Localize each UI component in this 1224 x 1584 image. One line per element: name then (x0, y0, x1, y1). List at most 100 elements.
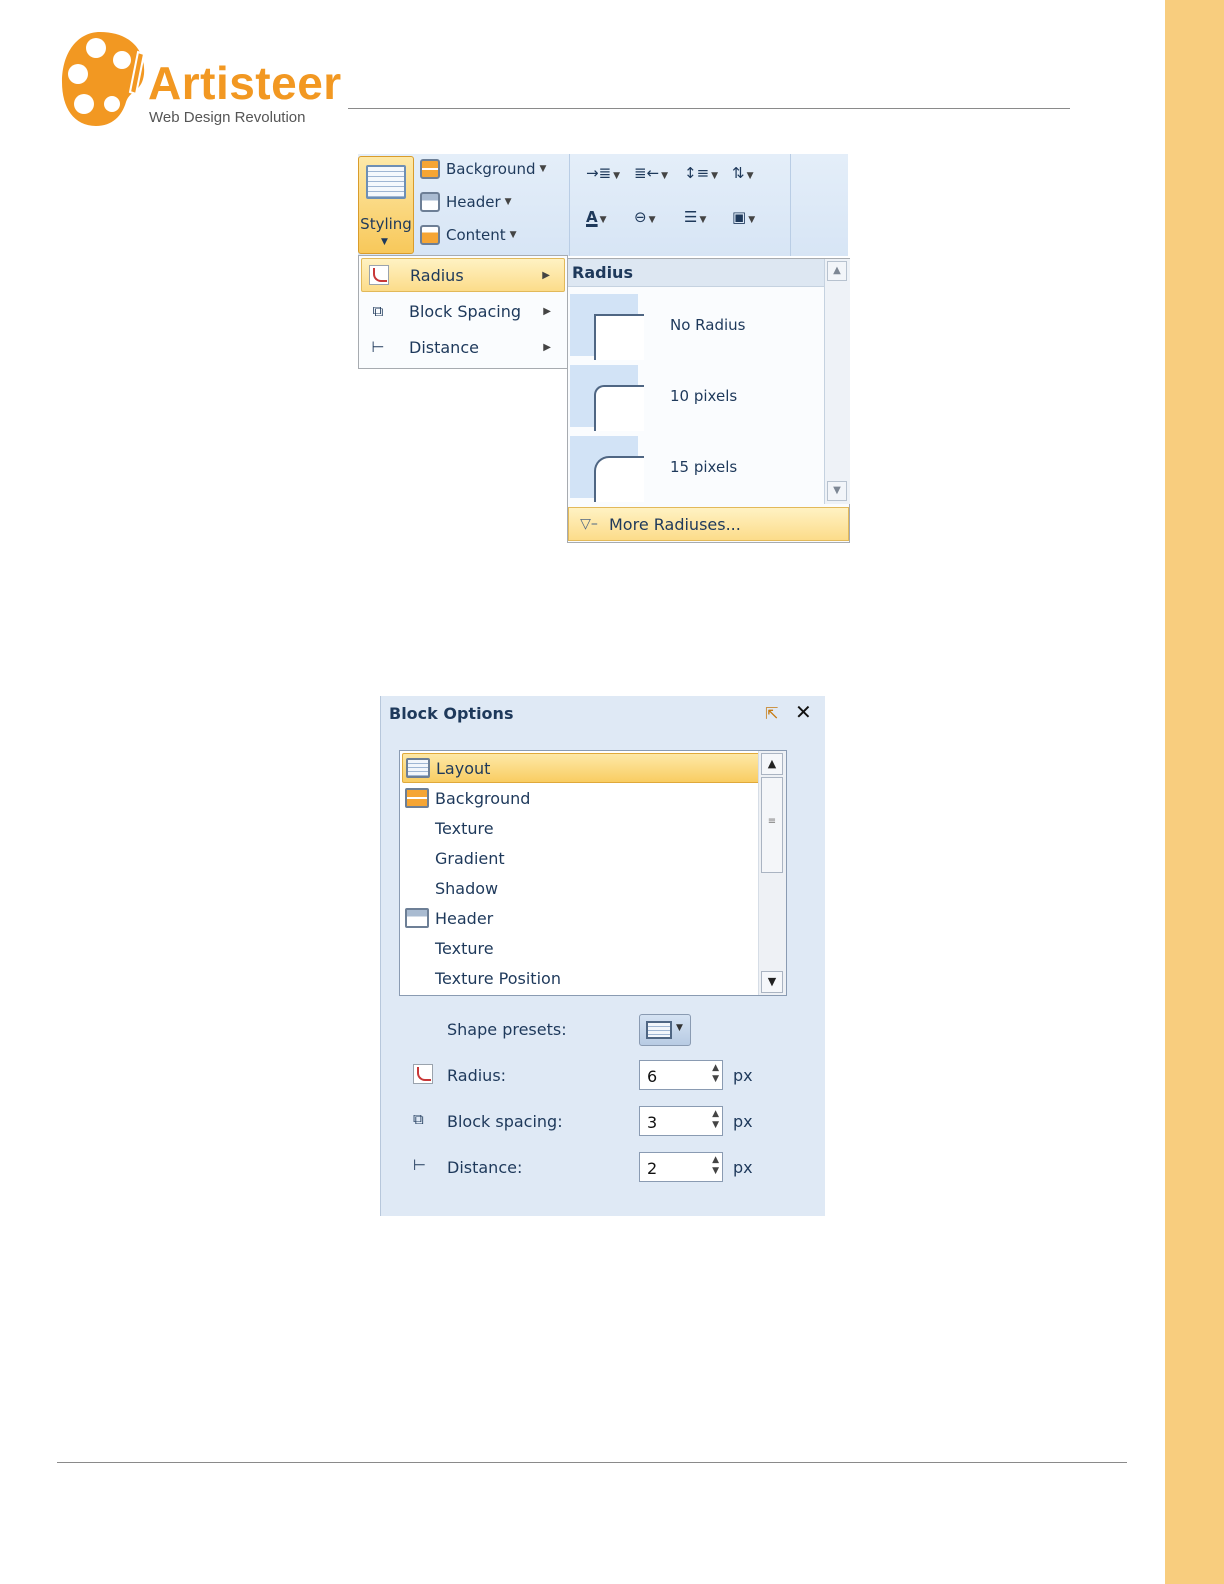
chevron-down-icon: ▼ (699, 215, 707, 225)
menu-item-label: Block Spacing (409, 301, 522, 321)
radius-preview (570, 294, 644, 360)
block-spacing-unit: px (733, 1112, 753, 1131)
indent-decrease-button[interactable]: ≣← ▼ (634, 164, 668, 182)
chevron-right-icon: ▶ (543, 341, 551, 353)
distance-stepper[interactable]: 2 ▲ ▼ (639, 1152, 723, 1182)
menu-item-distance[interactable]: ⊢ Distance ▶ (361, 330, 565, 364)
list-item-label: Shadow (435, 878, 499, 898)
line-spacing-icon: ↕≡ (684, 164, 710, 182)
shape-presets-row: Shape presets: ▼ (413, 1014, 793, 1046)
radius-label: Radius: (447, 1066, 507, 1085)
shape-presets-label: Shape presets: (447, 1020, 567, 1039)
options-list: Layout Background Texture Gradient Shado… (399, 750, 787, 996)
link-color-button[interactable]: ⊖ ▼ (634, 208, 656, 226)
link-icon: ⊖ (634, 208, 647, 226)
ribbon-screenshot: Styling ▼ Background ▼ Header ▼ Content … (358, 154, 848, 256)
background-dropdown[interactable]: Background ▼ (420, 156, 546, 182)
scroll-up-icon[interactable]: ▲ (827, 261, 847, 281)
logo-tagline: Web Design Revolution (149, 109, 306, 126)
bullets-button[interactable]: ☰ ▼ (684, 208, 706, 226)
distance-value: 2 (647, 1159, 658, 1178)
indent-decrease-icon: ≣← (634, 164, 660, 182)
styling-button[interactable]: Styling ▼ (358, 156, 414, 254)
chevron-right-icon: ▶ (543, 305, 551, 317)
content-dropdown[interactable]: Content ▼ (420, 222, 517, 248)
pin-icon[interactable]: ⇱ (765, 704, 778, 723)
ribbon-separator (790, 154, 791, 256)
spin-arrows-icon[interactable]: ▲ ▼ (712, 1109, 719, 1131)
scroll-down-icon[interactable]: ▼ (827, 481, 847, 501)
menu-item-block-spacing[interactable]: ⧉ Block Spacing ▶ (361, 294, 565, 328)
list-scrollbar[interactable]: ▲ ≡ ▼ (758, 751, 786, 995)
shape-presets-button[interactable]: ▼ (639, 1014, 691, 1046)
background-label: Background (446, 160, 536, 178)
more-radiuses-button[interactable]: ▽– More Radiuses... (568, 507, 849, 541)
styling-icon (366, 165, 406, 199)
list-item-layout[interactable]: Layout (402, 753, 760, 783)
list-item-texture-position[interactable]: Texture Position (402, 963, 760, 993)
header-icon (405, 908, 429, 928)
scroll-down-icon[interactable]: ▼ (761, 971, 783, 993)
chevron-down-icon: ▼ (748, 215, 756, 225)
styling-menu: Radius ▶ ⧉ Block Spacing ▶ ⊢ Distance ▶ (358, 255, 568, 369)
gallery-scrollbar[interactable]: ▲ ▼ (824, 259, 850, 504)
scroll-up-icon[interactable]: ▲ (761, 753, 783, 775)
content-icon (420, 225, 440, 245)
distance-icon: ⊢ (413, 1156, 427, 1174)
block-spacing-value: 3 (647, 1113, 658, 1132)
header-dropdown[interactable]: Header ▼ (420, 189, 512, 215)
layout-icon (406, 758, 430, 778)
panel-title: Block Options (389, 704, 514, 723)
scroll-thumb[interactable]: ≡ (761, 777, 783, 873)
list-item-gradient[interactable]: Gradient (402, 843, 760, 873)
gallery-item-15-pixels[interactable]: 15 pixels (570, 436, 820, 502)
list-item-header-texture[interactable]: Texture (402, 933, 760, 963)
list-item-background[interactable]: Background (402, 783, 760, 813)
block-options-panel: Block Options ⇱ ✕ Layout Background Text… (380, 696, 825, 1216)
list-item-texture[interactable]: Texture (402, 813, 760, 843)
gallery-title: Radius (568, 259, 824, 287)
indent-increase-icon: →≣ (586, 164, 612, 182)
gallery-item-label: No Radius (670, 316, 746, 334)
chevron-down-icon: ▼ (711, 171, 719, 181)
list-item-shadow[interactable]: Shadow (402, 873, 760, 903)
block-spacing-stepper[interactable]: 3 ▲ ▼ (639, 1106, 723, 1136)
font-color-button[interactable]: A ▼ (586, 208, 607, 226)
background-icon (405, 788, 429, 808)
distance-row: ⊢ Distance: 2 ▲ ▼ px (413, 1152, 793, 1182)
distance-unit: px (733, 1158, 753, 1177)
radius-stepper[interactable]: 6 ▲ ▼ (639, 1060, 723, 1090)
spin-arrows-icon[interactable]: ▲ ▼ (712, 1155, 719, 1177)
layout-icon (646, 1021, 672, 1039)
chevron-down-icon: ▼ (539, 164, 547, 174)
block-spacing-row: ⧉ Block spacing: 3 ▲ ▼ px (413, 1106, 793, 1136)
chevron-down-icon: ▼ (648, 215, 656, 225)
chevron-down-icon: ▼ (599, 215, 607, 225)
radius-unit: px (733, 1066, 753, 1085)
block-spacing-label: Block spacing: (447, 1112, 563, 1131)
chevron-right-icon: ▶ (542, 269, 550, 281)
header-rule (348, 108, 1070, 109)
line-spacing-button[interactable]: ↕≡ ▼ (684, 164, 718, 182)
list-item-label: Header (435, 908, 494, 928)
chevron-down-icon: ▼ (504, 197, 512, 207)
radius-icon (369, 265, 389, 285)
image-style-button[interactable]: ▣ ▼ (732, 208, 755, 226)
list-item-label: Background (435, 788, 531, 808)
block-spacing-icon: ⧉ (372, 302, 384, 320)
spin-arrows-icon[interactable]: ▲ ▼ (712, 1063, 719, 1085)
character-spacing-button[interactable]: ⇅ ▼ (732, 164, 754, 182)
gallery-item-no-radius[interactable]: No Radius (570, 294, 820, 360)
list-item-label: Gradient (435, 848, 505, 868)
logo-wordmark: Artisteer (148, 57, 342, 109)
radius-gallery: Radius No Radius 10 pixels 15 pixels ▲ ▼… (567, 258, 850, 543)
gallery-item-10-pixels[interactable]: 10 pixels (570, 365, 820, 431)
list-item-header[interactable]: Header (402, 903, 760, 933)
distance-label: Distance: (447, 1158, 523, 1177)
menu-item-label: Distance (409, 337, 479, 357)
menu-item-radius[interactable]: Radius ▶ (361, 258, 565, 292)
indent-increase-button[interactable]: →≣ ▼ (586, 164, 620, 182)
chevron-down-icon: ▼ (381, 237, 388, 247)
close-icon[interactable]: ✕ (795, 700, 812, 724)
font-color-icon: A (586, 208, 598, 226)
